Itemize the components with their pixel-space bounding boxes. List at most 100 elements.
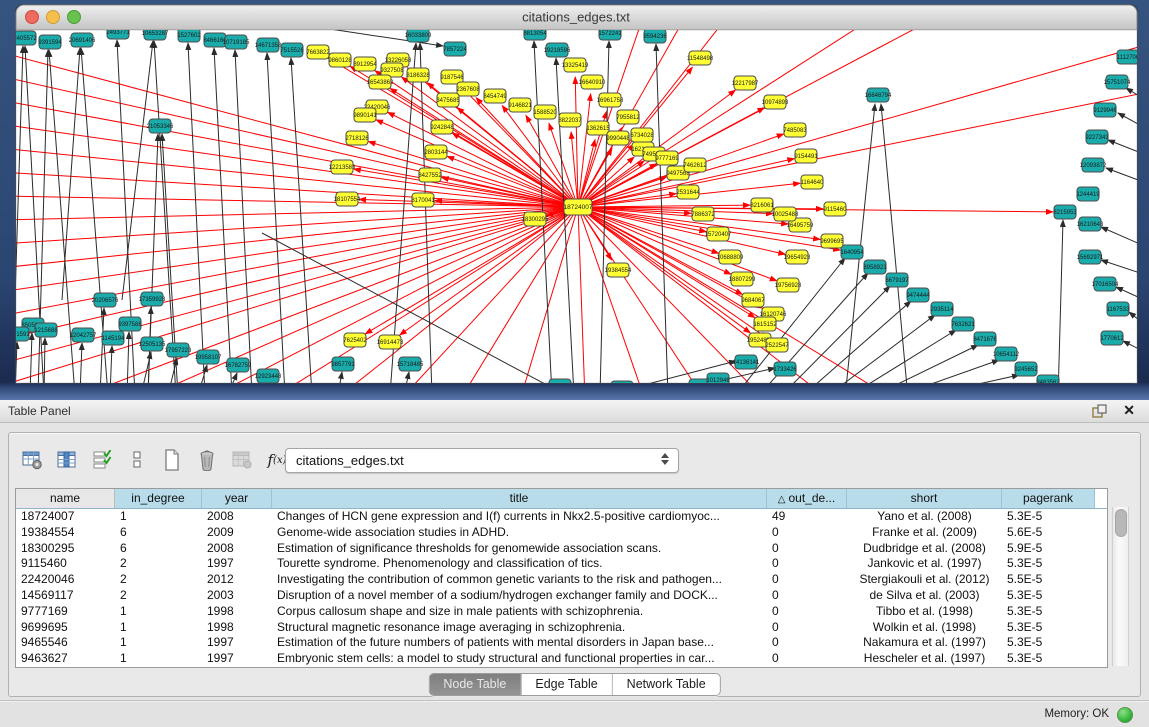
minimize-button[interactable] bbox=[47, 11, 60, 24]
table-cell[interactable]: 14569117 bbox=[16, 588, 115, 604]
table-cell[interactable]: 5.6E-5 bbox=[1002, 525, 1095, 541]
table-cell[interactable]: 6 bbox=[115, 525, 202, 541]
column-header-title[interactable]: title bbox=[272, 489, 767, 508]
table-cell[interactable]: 0 bbox=[767, 604, 847, 620]
table-cell[interactable]: Franke et al. (2009) bbox=[847, 525, 1002, 541]
table-row[interactable]: 1872400712008Changes of HCN gene express… bbox=[16, 509, 1107, 525]
delete-table-icon[interactable] bbox=[194, 447, 220, 473]
table-cell[interactable]: 5.5E-5 bbox=[1002, 572, 1095, 588]
close-button[interactable] bbox=[26, 11, 39, 24]
select-column-icon[interactable] bbox=[54, 447, 80, 473]
tab-edge-table[interactable]: Edge Table bbox=[521, 674, 612, 695]
column-header-short[interactable]: short bbox=[847, 489, 1002, 508]
table-cell[interactable]: 0 bbox=[767, 556, 847, 572]
table-selector-dropdown[interactable]: citations_edges.txt bbox=[285, 448, 679, 473]
column-header-year[interactable]: year bbox=[202, 489, 272, 508]
table-cell[interactable]: Structural magnetic resonance image aver… bbox=[272, 620, 767, 636]
table-cell[interactable]: 2008 bbox=[202, 541, 272, 557]
new-table-icon[interactable] bbox=[159, 447, 185, 473]
table-cell[interactable]: 5.3E-5 bbox=[1002, 509, 1095, 525]
table-cell[interactable]: 5.3E-5 bbox=[1002, 620, 1095, 636]
table-cell[interactable]: Tourette syndrome. Phenomenology and cla… bbox=[272, 556, 767, 572]
table-cell[interactable]: 0 bbox=[767, 620, 847, 636]
table-cell[interactable]: Disruption of a novel member of a sodium… bbox=[272, 588, 767, 604]
table-cell[interactable]: 2 bbox=[115, 572, 202, 588]
table-cell[interactable]: 2008 bbox=[202, 509, 272, 525]
merge-rows-icon[interactable] bbox=[124, 447, 150, 473]
table-cell[interactable]: 0 bbox=[767, 525, 847, 541]
table-cell[interactable]: Stergiakouli et al. (2012) bbox=[847, 572, 1002, 588]
edit-rows-icon[interactable] bbox=[89, 447, 115, 473]
table-cell[interactable]: 1998 bbox=[202, 620, 272, 636]
table-row[interactable]: 1830029562008Estimation of significance … bbox=[16, 541, 1107, 557]
table-cell[interactable]: 1 bbox=[115, 620, 202, 636]
table-row[interactable]: 977716911998Corpus callosum shape and si… bbox=[16, 604, 1107, 620]
table-cell[interactable]: 9115460 bbox=[16, 556, 115, 572]
table-cell[interactable]: 9699695 bbox=[16, 620, 115, 636]
table-row[interactable]: 946554611997Estimation of the future num… bbox=[16, 635, 1107, 651]
table-cell[interactable]: Investigating the contribution of common… bbox=[272, 572, 767, 588]
table-row[interactable]: 1456911722003Disruption of a novel membe… bbox=[16, 588, 1107, 604]
table-cell[interactable]: 0 bbox=[767, 541, 847, 557]
table-cell[interactable]: Dudbridge et al. (2008) bbox=[847, 541, 1002, 557]
table-cell[interactable]: 9777169 bbox=[16, 604, 115, 620]
table-cell[interactable]: 2 bbox=[115, 588, 202, 604]
table-cell[interactable]: 6 bbox=[115, 541, 202, 557]
table-cell[interactable]: Jankovic et al. (1997) bbox=[847, 556, 1002, 572]
table-cell[interactable]: Yano et al. (2008) bbox=[847, 509, 1002, 525]
table-cell[interactable]: Changes of HCN gene expression and I(f) … bbox=[272, 509, 767, 525]
table-cell[interactable]: 2009 bbox=[202, 525, 272, 541]
table-cell[interactable]: 0 bbox=[767, 572, 847, 588]
table-cell[interactable]: 0 bbox=[767, 635, 847, 651]
table-cell[interactable]: 5.3E-5 bbox=[1002, 604, 1095, 620]
tab-node-table[interactable]: Node Table bbox=[429, 674, 521, 695]
table-cell[interactable]: 2003 bbox=[202, 588, 272, 604]
table-cell[interactable]: 9463627 bbox=[16, 651, 115, 667]
table-cell[interactable]: 22420046 bbox=[16, 572, 115, 588]
table-cell[interactable]: 1 bbox=[115, 604, 202, 620]
table-cell[interactable]: 1 bbox=[115, 509, 202, 525]
table-cell[interactable]: 0 bbox=[767, 588, 847, 604]
table-cell[interactable]: Estimation of significance thresholds fo… bbox=[272, 541, 767, 557]
table-cell[interactable]: 0 bbox=[767, 651, 847, 667]
column-header-in_degree[interactable]: in_degree bbox=[115, 489, 202, 508]
table-cell[interactable]: Embryonic stem cells: a model to study s… bbox=[272, 651, 767, 667]
table-cell[interactable]: 5.3E-5 bbox=[1002, 588, 1095, 604]
table-cell[interactable]: 1997 bbox=[202, 651, 272, 667]
table-cell[interactable]: 18300295 bbox=[16, 541, 115, 557]
table-cell[interactable]: Estimation of the future numbers of pati… bbox=[272, 635, 767, 651]
table-cell[interactable]: Tibbo et al. (1998) bbox=[847, 604, 1002, 620]
table-cell[interactable]: 5.3E-5 bbox=[1002, 556, 1095, 572]
table-cell[interactable]: 5.9E-5 bbox=[1002, 541, 1095, 557]
table-settings-icon[interactable] bbox=[19, 447, 45, 473]
tab-network-table[interactable]: Network Table bbox=[613, 674, 720, 695]
vertical-scrollbar[interactable] bbox=[1112, 507, 1129, 666]
network-view[interactable]: citations_edges.txt 24055729391594206914… bbox=[0, 0, 1149, 400]
table-row[interactable]: 911546021997Tourette syndrome. Phenomeno… bbox=[16, 556, 1107, 572]
table-cell[interactable]: 9465546 bbox=[16, 635, 115, 651]
column-header-name[interactable]: name bbox=[16, 489, 115, 508]
column-header-pagerank[interactable]: pagerank bbox=[1002, 489, 1095, 508]
table-cell[interactable]: Hescheler et al. (1997) bbox=[847, 651, 1002, 667]
table-row[interactable]: 2242004622012Investigating the contribut… bbox=[16, 572, 1107, 588]
table-row[interactable]: 969969511998Structural magnetic resonanc… bbox=[16, 620, 1107, 636]
table-cell[interactable]: de Silva et al. (2003) bbox=[847, 588, 1002, 604]
table-row[interactable]: 946362711997Embryonic stem cells: a mode… bbox=[16, 651, 1107, 667]
zoom-button[interactable] bbox=[68, 11, 81, 24]
table-cell[interactable]: 19384554 bbox=[16, 525, 115, 541]
table-cell[interactable]: 5.3E-5 bbox=[1002, 651, 1095, 667]
scrollbar-thumb[interactable] bbox=[1115, 509, 1127, 537]
table-cell[interactable]: 1997 bbox=[202, 635, 272, 651]
memory-status-indicator[interactable] bbox=[1117, 707, 1133, 723]
table-cell[interactable]: 2 bbox=[115, 556, 202, 572]
table-cell[interactable]: 1 bbox=[115, 651, 202, 667]
table-cell[interactable]: 1998 bbox=[202, 604, 272, 620]
close-panel-icon[interactable]: ✕ bbox=[1123, 402, 1135, 419]
table-cell[interactable]: 18724007 bbox=[16, 509, 115, 525]
column-header-out_de[interactable]: △out_de... bbox=[767, 489, 847, 508]
float-window-icon[interactable] bbox=[1092, 404, 1107, 418]
table-cell[interactable]: Corpus callosum shape and size in male p… bbox=[272, 604, 767, 620]
table-row[interactable]: 1938455462009Genome-wide association stu… bbox=[16, 525, 1107, 541]
table-cell[interactable]: 5.3E-5 bbox=[1002, 635, 1095, 651]
table-cell[interactable]: Genome-wide association studies in ADHD. bbox=[272, 525, 767, 541]
